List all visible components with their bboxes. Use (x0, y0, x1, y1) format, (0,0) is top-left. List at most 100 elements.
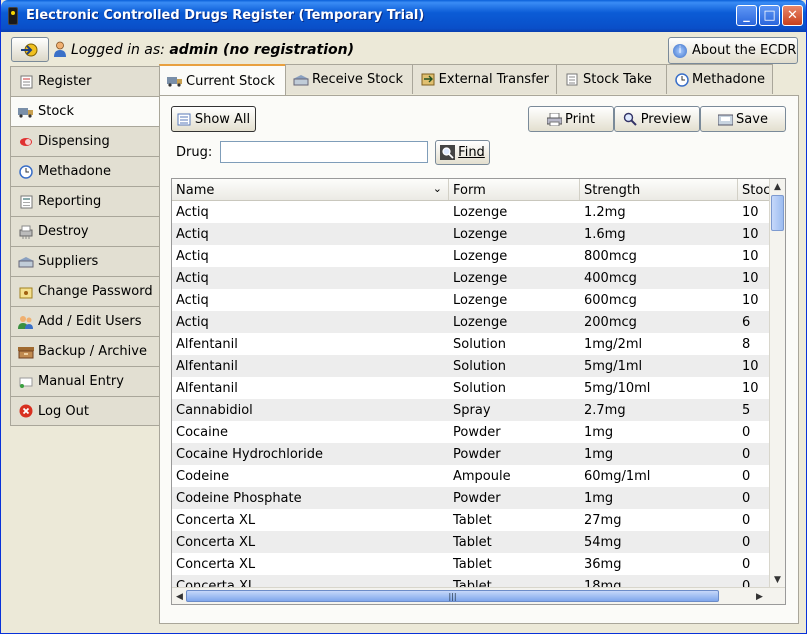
title-bar[interactable]: Electronic Controlled Drugs Register (Te… (1, 0, 806, 32)
column-header-form[interactable]: Form (449, 179, 580, 200)
preview-button[interactable]: Preview (614, 106, 700, 132)
save-button[interactable]: Save (700, 106, 786, 132)
sidebar-item-change-password[interactable]: Change Password (10, 276, 160, 306)
cell-strength: 600mcg (584, 292, 637, 308)
cell-strength: 200mcg (584, 314, 637, 330)
sidebar-item-suppliers[interactable]: Suppliers (10, 246, 160, 276)
horizontal-scrollbar[interactable]: ◀ ||| ▶ (172, 587, 785, 604)
table-row[interactable]: Concerta XL Tablet 36mg 0 (172, 553, 769, 575)
column-header-strength[interactable]: Strength (580, 179, 738, 200)
table-row[interactable]: Actiq Lozenge 800mcg 10 (172, 245, 769, 267)
sidebar-item-users[interactable]: Add / Edit Users (10, 306, 160, 336)
tab-external-transfer[interactable]: External Transfer (412, 64, 557, 94)
about-button[interactable]: i About the ECDR (668, 37, 798, 64)
switch-icon (21, 43, 38, 56)
vertical-scroll-thumb[interactable] (771, 195, 784, 231)
scroll-right-arrow-icon[interactable]: ▶ (753, 590, 766, 603)
sidebar-item-manual-entry[interactable]: Manual Entry (10, 366, 160, 396)
cell-stock: 0 (742, 468, 751, 484)
column-header-name[interactable]: Name ⌄ (172, 179, 449, 200)
cell-form: Powder (453, 424, 501, 440)
cell-form: Solution (453, 358, 506, 374)
transfer-icon (420, 73, 436, 86)
scroll-down-arrow-icon[interactable]: ▼ (771, 573, 784, 587)
table-row[interactable]: Codeine Ampoule 60mg/1ml 0 (172, 465, 769, 487)
sidebar-item-label: Manual Entry (38, 374, 124, 389)
table-row[interactable]: Cocaine Hydrochloride Powder 1mg 0 (172, 443, 769, 465)
sidebar-item-methadone[interactable]: Methadone (10, 156, 160, 186)
table-row[interactable]: Codeine Phosphate Powder 1mg 0 (172, 487, 769, 509)
cell-stock: 5 (742, 402, 751, 418)
tab-label: Current Stock (186, 73, 275, 89)
table-row[interactable]: Cocaine Powder 1mg 0 (172, 421, 769, 443)
sidebar-item-stock[interactable]: Stock (10, 96, 160, 126)
tab-methadone[interactable]: Methadone (666, 64, 773, 94)
tab-stock-take[interactable]: Stock Take (556, 64, 667, 94)
cell-strength: 54mg (584, 534, 622, 550)
table-row[interactable]: Actiq Lozenge 600mcg 10 (172, 289, 769, 311)
table-row[interactable]: Cannabidiol Spray 2.7mg 5 (172, 399, 769, 421)
sidebar-item-backup-archive[interactable]: Backup / Archive (10, 336, 160, 366)
close-button[interactable]: ✕ (782, 5, 803, 26)
cell-name: Cannabidiol (176, 402, 253, 418)
save-icon (718, 113, 734, 126)
find-button[interactable]: Find (435, 140, 490, 165)
horizontal-scroll-thumb[interactable]: ||| (186, 590, 719, 602)
receive-icon (293, 73, 309, 86)
cell-strength: 1.6mg (584, 226, 626, 242)
sidebar-item-label: Register (38, 74, 92, 89)
cell-stock: 0 (742, 490, 751, 506)
stock-take-icon (564, 73, 580, 86)
table-row[interactable]: Alfentanil Solution 1mg/2ml 8 (172, 333, 769, 355)
scroll-up-arrow-icon[interactable]: ▲ (771, 180, 784, 194)
sidebar-item-log-out[interactable]: Log Out (10, 396, 160, 426)
table-body: Actiq Lozenge 1.2mg 10 Actiq Lozenge 1.6mg 10 Ac… (172, 201, 769, 588)
cell-name: Cocaine (176, 424, 228, 440)
logged-in-prefix: Logged in as: (71, 42, 165, 58)
table-row[interactable]: Actiq Lozenge 1.6mg 10 (172, 223, 769, 245)
truck-icon (18, 105, 34, 119)
table-row[interactable]: Actiq Lozenge 400mcg 10 (172, 267, 769, 289)
sidebar-item-label: Methadone (38, 164, 111, 179)
table-row[interactable]: Actiq Lozenge 200mcg 6 (172, 311, 769, 333)
clock-icon (18, 164, 34, 179)
sidebar-item-register[interactable]: Register (10, 66, 160, 96)
cell-stock: 0 (742, 512, 751, 528)
show-all-button[interactable]: Show All (171, 106, 256, 132)
table-row[interactable]: Concerta XL Tablet 27mg 0 (172, 509, 769, 531)
table-row[interactable]: Alfentanil Solution 5mg/1ml 10 (172, 355, 769, 377)
cell-strength: 800mcg (584, 248, 637, 264)
minimize-button[interactable]: _ (736, 5, 757, 26)
sidebar-item-dispensing[interactable]: Dispensing (10, 126, 160, 156)
cell-strength: 27mg (584, 512, 622, 528)
cell-form: Lozenge (453, 292, 508, 308)
scroll-left-arrow-icon[interactable]: ◀ (173, 590, 186, 603)
table-row[interactable]: Actiq Lozenge 1.2mg 10 (172, 201, 769, 223)
tab-current-stock[interactable]: Current Stock (159, 64, 286, 96)
cell-strength: 1mg (584, 446, 614, 462)
maximize-button[interactable]: □ (759, 5, 780, 26)
cell-stock: 10 (742, 292, 759, 308)
sidebar-item-destroy[interactable]: Destroy (10, 216, 160, 246)
print-label: Print (565, 111, 595, 127)
drug-search-input[interactable] (220, 141, 428, 163)
password-icon (18, 285, 34, 299)
cell-stock: 10 (742, 204, 759, 220)
cell-strength: 5mg/10ml (584, 380, 651, 396)
column-header-stock[interactable]: Stoc (738, 179, 769, 200)
sidebar-item-reporting[interactable]: Reporting (10, 186, 160, 216)
cell-stock: 0 (742, 446, 751, 462)
vertical-scrollbar[interactable]: ▲ ▼ (769, 179, 785, 588)
cell-form: Powder (453, 446, 501, 462)
table-row[interactable]: Alfentanil Solution 5mg/10ml 10 (172, 377, 769, 399)
cell-strength: 1mg (584, 490, 614, 506)
supplier-icon (18, 255, 34, 269)
cell-stock: 0 (742, 534, 751, 550)
print-button[interactable]: Print (528, 106, 614, 132)
cell-form: Solution (453, 336, 506, 352)
switch-button[interactable] (11, 37, 49, 62)
cell-form: Lozenge (453, 248, 508, 264)
tab-receive-stock[interactable]: Receive Stock (285, 64, 413, 94)
cell-name: Codeine Phosphate (176, 490, 302, 506)
table-row[interactable]: Concerta XL Tablet 54mg 0 (172, 531, 769, 553)
